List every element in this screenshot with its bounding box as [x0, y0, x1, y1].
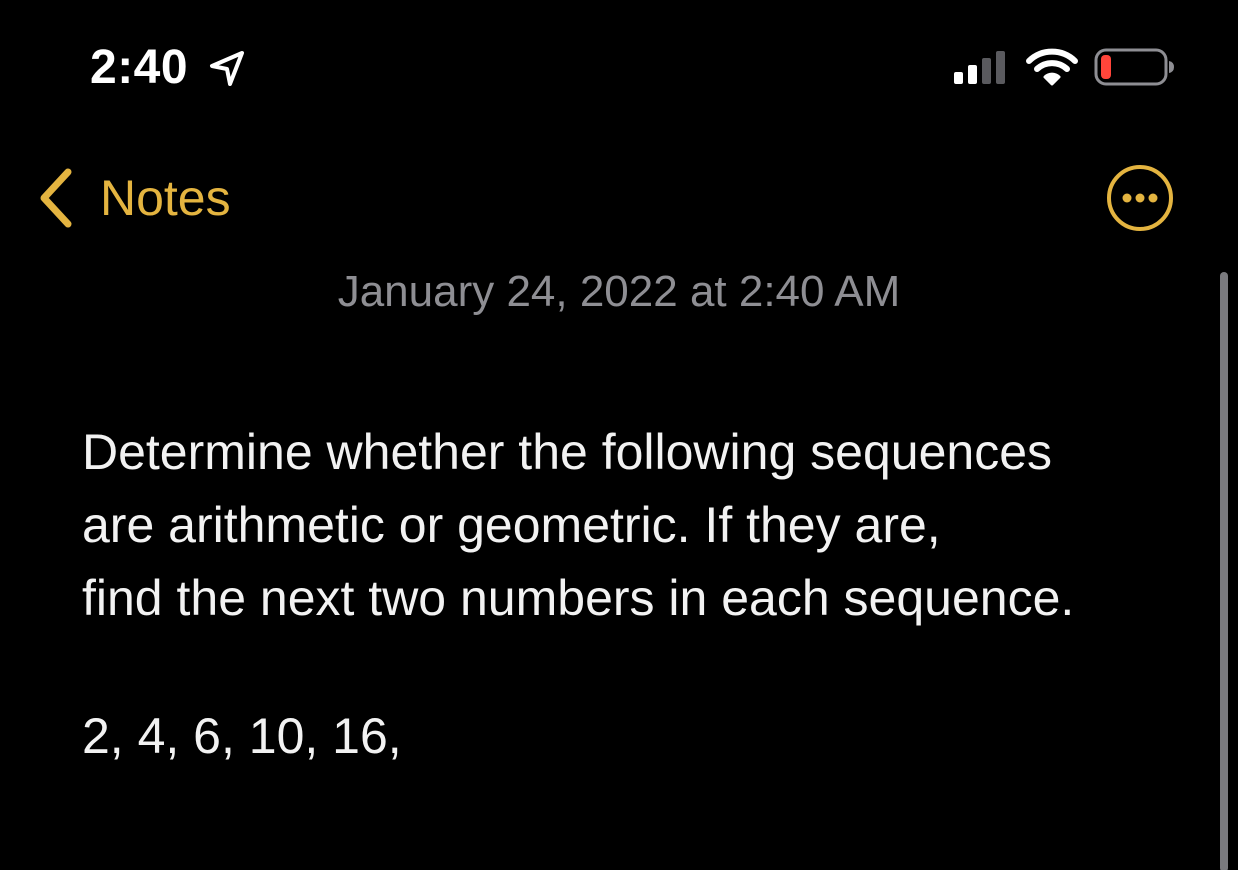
location-arrow-icon: [210, 51, 244, 86]
note-body-text[interactable]: Determine whether the following sequence…: [82, 416, 1192, 635]
note-line: find the next two numbers in each sequen…: [82, 570, 1075, 626]
battery-low-icon: [1094, 48, 1174, 86]
ellipsis-circle-icon[interactable]: [1106, 164, 1174, 232]
chevron-left-icon: [40, 168, 72, 228]
wifi-icon: [1026, 48, 1078, 86]
notes-screen: 2:40 Notes January 24, 2022 at 2:40 AM D…: [0, 0, 1238, 870]
note-timestamp: January 24, 2022 at 2:40 AM: [337, 267, 901, 316]
back-button-label: Notes: [100, 170, 231, 226]
scrollbar[interactable]: [1220, 272, 1228, 870]
status-time: 2:40: [90, 41, 189, 94]
note-line: Determine whether the following sequence…: [82, 424, 1052, 480]
back-button[interactable]: Notes: [36, 166, 231, 230]
note-line: are arithmetic or geometric. If they are…: [82, 497, 941, 553]
note-sequence-line[interactable]: 2, 4, 6, 10, 16,: [82, 704, 402, 768]
cellular-signal-icon: [954, 51, 1005, 84]
